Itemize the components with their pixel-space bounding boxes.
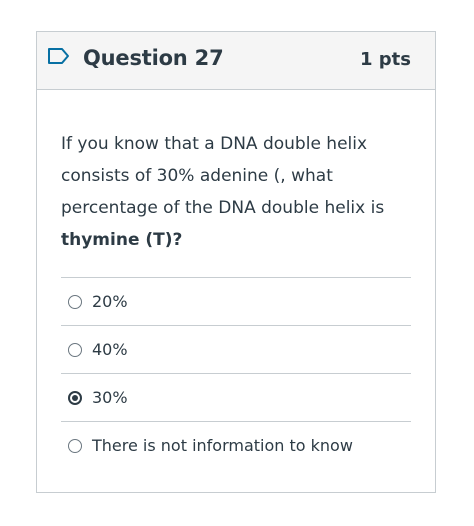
question-points: 1 pts bbox=[360, 49, 411, 70]
question-title: Question 27 bbox=[83, 46, 224, 70]
question-body: If you know that a DNA double helix cons… bbox=[37, 90, 435, 469]
answer-label: 30% bbox=[92, 388, 128, 407]
radio-button[interactable] bbox=[68, 294, 82, 309]
answer-label: 40% bbox=[92, 340, 128, 359]
answer-list: 20% 40% 30% There is not information to … bbox=[61, 277, 411, 469]
answer-option-2[interactable]: 40% bbox=[61, 326, 411, 374]
flag-question-icon[interactable] bbox=[47, 47, 71, 65]
question-card: Question 27 1 pts If you know that a DNA… bbox=[36, 31, 436, 493]
answer-option-4[interactable]: There is not information to know bbox=[61, 422, 411, 469]
question-header: Question 27 1 pts bbox=[37, 32, 435, 90]
radio-button[interactable] bbox=[68, 342, 82, 357]
answer-option-1[interactable]: 20% bbox=[61, 278, 411, 326]
radio-button[interactable] bbox=[68, 438, 82, 453]
radio-button-selected[interactable] bbox=[68, 390, 82, 405]
question-text: If you know that a DNA double helix cons… bbox=[61, 128, 413, 256]
question-text-plain: If you know that a DNA double helix cons… bbox=[61, 134, 385, 218]
answer-option-3[interactable]: 30% bbox=[61, 374, 411, 422]
answer-label: 20% bbox=[92, 292, 128, 311]
answer-label: There is not information to know bbox=[92, 436, 353, 455]
question-text-bold: thymine (T)? bbox=[61, 230, 183, 250]
